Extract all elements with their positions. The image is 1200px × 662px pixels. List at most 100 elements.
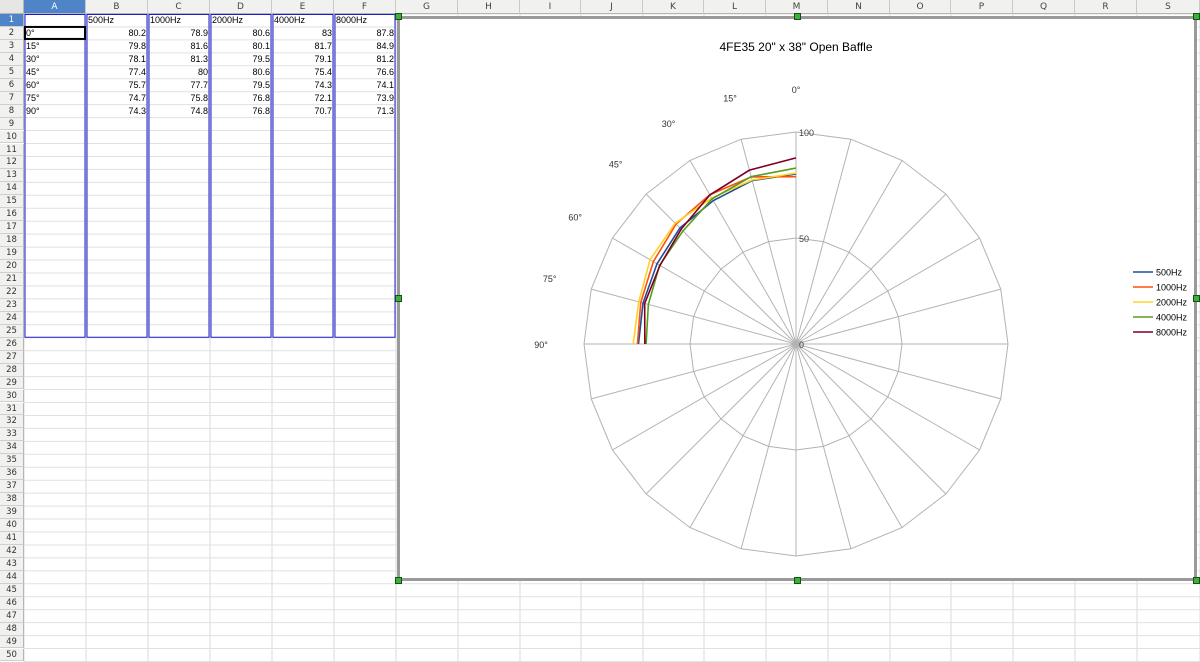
column-header-f[interactable]: F	[334, 0, 396, 14]
cell-f6[interactable]: 74.1	[335, 79, 395, 92]
column-header-m[interactable]: M	[766, 0, 828, 14]
row-header-26[interactable]: 26	[0, 337, 24, 351]
chart-resize-handle-bl[interactable]	[395, 577, 402, 584]
row-header-31[interactable]: 31	[0, 402, 24, 416]
row-header-21[interactable]: 21	[0, 273, 24, 286]
column-header-c[interactable]: C	[148, 0, 210, 14]
cell-c1[interactable]: 1000Hz	[149, 14, 209, 27]
column-header-j[interactable]: J	[581, 0, 643, 14]
cell-f8[interactable]: 71.3	[335, 105, 395, 118]
cell-d4[interactable]: 79.5	[211, 53, 271, 66]
row-header-42[interactable]: 42	[0, 544, 24, 558]
row-header-18[interactable]: 18	[0, 234, 24, 248]
cell-c6[interactable]: 77.7	[149, 79, 209, 92]
cell-f7[interactable]: 73.9	[335, 92, 395, 105]
column-header-s[interactable]: S	[1137, 0, 1200, 14]
column-header-i[interactable]: I	[520, 0, 581, 14]
column-header-q[interactable]: Q	[1013, 0, 1075, 14]
cell-c3[interactable]: 81.6	[149, 40, 209, 53]
row-header-34[interactable]: 34	[0, 441, 24, 455]
chart-resize-handle-tl[interactable]	[395, 13, 402, 20]
row-header-15[interactable]: 15	[0, 195, 24, 209]
row-header-38[interactable]: 38	[0, 493, 24, 507]
cell-e4[interactable]: 79.1	[273, 53, 333, 66]
column-header-d[interactable]: D	[210, 0, 272, 14]
row-header-41[interactable]: 41	[0, 532, 24, 545]
chart-resize-handle-bm[interactable]	[794, 577, 801, 584]
column-header-h[interactable]: H	[458, 0, 520, 14]
row-header-49[interactable]: 49	[0, 635, 24, 649]
cell-c7[interactable]: 75.8	[149, 92, 209, 105]
row-header-14[interactable]: 14	[0, 182, 24, 196]
cell-a7[interactable]: 75°	[25, 92, 85, 105]
cell-e1[interactable]: 4000Hz	[273, 14, 333, 27]
row-header-17[interactable]: 17	[0, 221, 24, 235]
cell-d2[interactable]: 80.6	[211, 27, 271, 40]
row-header-46[interactable]: 46	[0, 596, 24, 610]
row-header-40[interactable]: 40	[0, 519, 24, 532]
row-header-37[interactable]: 37	[0, 480, 24, 494]
column-header-a[interactable]: A	[24, 0, 86, 14]
cell-e5[interactable]: 75.4	[273, 66, 333, 79]
cell-b1[interactable]: 500Hz	[87, 14, 147, 27]
row-header-39[interactable]: 39	[0, 506, 24, 519]
cell-b6[interactable]: 75.7	[87, 79, 147, 92]
column-header-e[interactable]: E	[272, 0, 334, 14]
row-header-48[interactable]: 48	[0, 622, 24, 636]
cell-b8[interactable]: 74.3	[87, 105, 147, 118]
cell-d8[interactable]: 76.8	[211, 105, 271, 118]
row-header-12[interactable]: 12	[0, 156, 24, 170]
cell-e3[interactable]: 81.7	[273, 40, 333, 53]
cell-e8[interactable]: 70.7	[273, 105, 333, 118]
cell-e7[interactable]: 72.1	[273, 92, 333, 105]
cell-b3[interactable]: 79.8	[87, 40, 147, 53]
column-header-k[interactable]: K	[643, 0, 704, 14]
cell-a4[interactable]: 30°	[25, 53, 85, 66]
row-header-6[interactable]: 6	[0, 78, 24, 92]
row-header-22[interactable]: 22	[0, 285, 24, 299]
row-header-19[interactable]: 19	[0, 247, 24, 260]
row-header-36[interactable]: 36	[0, 467, 24, 481]
column-header-o[interactable]: O	[890, 0, 951, 14]
chart-resize-handle-tm[interactable]	[794, 13, 801, 20]
cell-b5[interactable]: 77.4	[87, 66, 147, 79]
row-header-1[interactable]: 1	[0, 14, 24, 27]
cell-d3[interactable]: 80.1	[211, 40, 271, 53]
cell-f5[interactable]: 76.6	[335, 66, 395, 79]
chart-resize-handle-mr[interactable]	[1193, 295, 1200, 302]
row-header-43[interactable]: 43	[0, 557, 24, 571]
cell-c2[interactable]: 78.9	[149, 27, 209, 40]
column-header-g[interactable]: G	[396, 0, 458, 14]
cell-b7[interactable]: 74.7	[87, 92, 147, 105]
row-header-44[interactable]: 44	[0, 570, 24, 584]
row-header-50[interactable]: 50	[0, 648, 24, 662]
cell-f3[interactable]: 84.9	[335, 40, 395, 53]
cell-a5[interactable]: 45°	[25, 66, 85, 79]
row-header-25[interactable]: 25	[0, 324, 24, 338]
cell-b4[interactable]: 78.1	[87, 53, 147, 66]
row-header-28[interactable]: 28	[0, 363, 24, 377]
row-header-10[interactable]: 10	[0, 130, 24, 144]
column-header-p[interactable]: P	[951, 0, 1013, 14]
row-header-32[interactable]: 32	[0, 415, 24, 429]
row-header-11[interactable]: 11	[0, 143, 24, 157]
cell-a8[interactable]: 90°	[25, 105, 85, 118]
row-header-7[interactable]: 7	[0, 91, 24, 105]
row-header-45[interactable]: 45	[0, 583, 24, 597]
row-header-24[interactable]: 24	[0, 311, 24, 325]
cell-e6[interactable]: 74.3	[273, 79, 333, 92]
cell-c5[interactable]: 80	[149, 66, 209, 79]
cell-d6[interactable]: 79.5	[211, 79, 271, 92]
cell-f4[interactable]: 81.2	[335, 53, 395, 66]
column-header-r[interactable]: R	[1075, 0, 1137, 14]
cell-a2[interactable]: 0°	[25, 27, 85, 40]
cell-a1[interactable]	[25, 14, 85, 27]
chart-object[interactable]: 4FE35 20" x 38" Open Baffle 0 50 100 0° 15° 30…	[397, 16, 1197, 581]
row-header-33[interactable]: 33	[0, 428, 24, 442]
chart-resize-handle-tr[interactable]	[1193, 13, 1200, 20]
row-header-20[interactable]: 20	[0, 260, 24, 273]
cell-b2[interactable]: 80.2	[87, 27, 147, 40]
row-header-30[interactable]: 30	[0, 389, 24, 403]
row-header-13[interactable]: 13	[0, 169, 24, 183]
column-header-l[interactable]: L	[704, 0, 766, 14]
